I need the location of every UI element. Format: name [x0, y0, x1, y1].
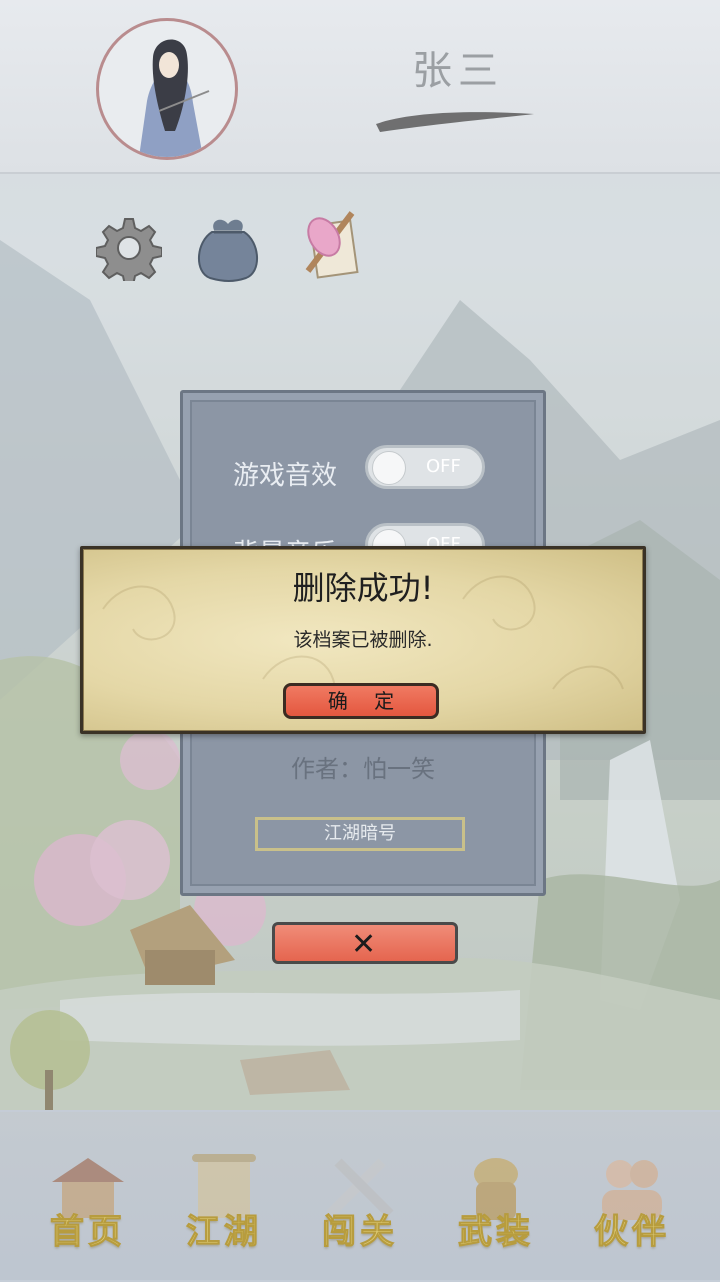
close-x-icon: ✕	[351, 927, 377, 962]
inventory-bag-button[interactable]	[190, 212, 266, 284]
profile-header: 张三	[0, 0, 720, 174]
nav-label: 伙伴	[594, 1212, 670, 1253]
brush-stroke-decoration	[376, 112, 534, 132]
letter-scroll-button[interactable]	[294, 205, 368, 285]
scroll-icon	[305, 211, 359, 279]
author-credit: 作者：怕一笑	[291, 755, 435, 783]
nav-item-home[interactable]: 首页	[28, 1142, 148, 1262]
bag-icon	[197, 219, 259, 282]
sound-effects-label: 游戏音效	[233, 461, 338, 491]
player-name: 张三	[412, 48, 504, 94]
nav-label: 武装	[458, 1212, 534, 1253]
secret-code-button[interactable]: 江湖暗号	[255, 817, 465, 851]
close-panel-button[interactable]: ✕	[272, 922, 458, 964]
gear-icon	[95, 218, 163, 286]
avatar-portrait-icon	[139, 39, 210, 157]
settings-button[interactable]	[95, 215, 163, 286]
delete-success-dialog: 删除成功! 该档案已被删除. 确 定	[80, 546, 646, 734]
nav-item-jianghu[interactable]: 江湖	[164, 1142, 284, 1262]
avatar[interactable]	[96, 18, 238, 160]
nav-item-challenge[interactable]: 闯关	[300, 1142, 420, 1262]
bottom-nav: 首页 江湖 闯关 武装 伙伴	[0, 1110, 720, 1282]
toggle-knob	[372, 451, 406, 485]
dialog-message: 该档案已被删除.	[293, 629, 433, 651]
nav-label: 闯关	[322, 1212, 398, 1253]
nav-item-partners[interactable]: 伙伴	[572, 1142, 692, 1262]
confirm-button[interactable]: 确 定	[283, 683, 439, 719]
sound-effects-toggle[interactable]: OFF	[365, 445, 485, 489]
dialog-title: 删除成功!	[292, 569, 434, 607]
nav-label: 首页	[50, 1212, 126, 1253]
nav-item-armory[interactable]: 武装	[436, 1142, 556, 1262]
toggle-state: OFF	[426, 456, 461, 477]
nav-label: 江湖	[186, 1212, 262, 1253]
